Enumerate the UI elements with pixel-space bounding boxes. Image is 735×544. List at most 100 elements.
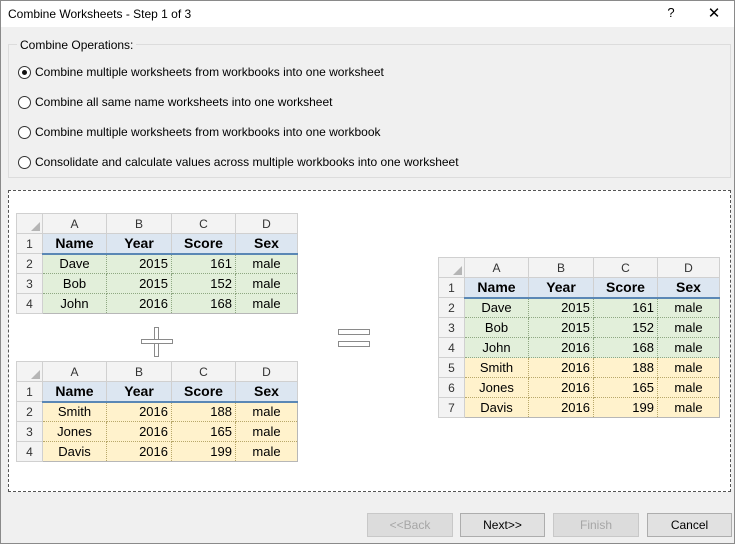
row-header: 1 xyxy=(438,277,465,298)
table-row: 7 Davis 2016 199 male xyxy=(438,397,720,418)
cell: 152 xyxy=(593,317,658,338)
table-row: 2 Smith 2016 188 male xyxy=(16,401,298,422)
radio-button[interactable] xyxy=(18,125,31,139)
cell: 2015 xyxy=(528,297,594,318)
cell: male xyxy=(235,441,298,462)
cell: Smith xyxy=(464,357,529,378)
row-header: 4 xyxy=(438,337,465,358)
cell: 152 xyxy=(171,273,236,294)
cell: Dave xyxy=(464,297,529,318)
cell: 168 xyxy=(171,293,236,314)
cell: John xyxy=(42,293,107,314)
back-button[interactable]: <<Back xyxy=(367,513,453,537)
cell: 165 xyxy=(593,377,658,398)
cell: John xyxy=(464,337,529,358)
cell: 165 xyxy=(171,421,236,442)
cell: male xyxy=(657,297,720,318)
table-row: 2 Dave 2015 161 male xyxy=(438,297,720,318)
radio-button[interactable] xyxy=(18,95,31,109)
cell: 168 xyxy=(593,337,658,358)
option-combine-into-one-workbook[interactable]: Combine multiple worksheets from workboo… xyxy=(18,124,381,140)
group-label: Combine Operations: xyxy=(17,38,137,52)
header-cell: Year xyxy=(106,381,172,403)
row-header: 2 xyxy=(16,401,43,422)
source-sheet-1: A B C D 1 Name Year Score Sex 2 Dave 201… xyxy=(16,213,298,314)
header-cell: Name xyxy=(42,233,107,255)
cell: 2016 xyxy=(106,293,172,314)
table-row: 4 John 2016 168 male xyxy=(438,337,720,358)
table-row: 3 Bob 2015 152 male xyxy=(438,317,720,338)
cell: male xyxy=(657,377,720,398)
cell: Dave xyxy=(42,253,107,274)
option-combine-same-name-worksheets[interactable]: Combine all same name worksheets into on… xyxy=(18,94,332,110)
column-header: A xyxy=(42,213,107,234)
cell: male xyxy=(657,317,720,338)
plus-icon xyxy=(141,327,173,357)
row-header: 4 xyxy=(16,441,43,462)
column-header: C xyxy=(171,213,236,234)
row-header: 6 xyxy=(438,377,465,398)
table-row: 5 Smith 2016 188 male xyxy=(438,357,720,378)
cell: 188 xyxy=(593,357,658,378)
header-cell: Score xyxy=(593,277,658,299)
next-button[interactable]: Next>> xyxy=(460,513,545,537)
row-header: 3 xyxy=(16,421,43,442)
cell: 2016 xyxy=(528,377,594,398)
help-icon[interactable]: ? xyxy=(661,5,681,23)
cell: 2015 xyxy=(528,317,594,338)
option-consolidate-and-calculate[interactable]: Consolidate and calculate values across … xyxy=(18,154,459,170)
combine-worksheets-dialog: Combine Worksheets - Step 1 of 3 ? ✕ Com… xyxy=(0,0,735,544)
column-header: B xyxy=(528,257,594,278)
cell: 2015 xyxy=(106,253,172,274)
header-cell: Year xyxy=(528,277,594,299)
row-header: 1 xyxy=(16,233,43,254)
cell: male xyxy=(235,273,298,294)
cell: Bob xyxy=(42,273,107,294)
column-header: C xyxy=(171,361,236,382)
radio-button-selected[interactable] xyxy=(18,65,31,79)
cell: male xyxy=(235,401,298,422)
cell: 199 xyxy=(171,441,236,462)
row-header: 2 xyxy=(438,297,465,318)
cell: Jones xyxy=(42,421,107,442)
row-header: 5 xyxy=(438,357,465,378)
cancel-button[interactable]: Cancel xyxy=(647,513,732,537)
cell: male xyxy=(235,421,298,442)
radio-button[interactable] xyxy=(18,155,31,169)
column-header: D xyxy=(235,213,298,234)
header-cell: Name xyxy=(42,381,107,403)
row-header: 7 xyxy=(438,397,465,418)
table-row: 4 John 2016 168 male xyxy=(16,293,298,314)
select-all-corner xyxy=(16,361,43,382)
row-header: 3 xyxy=(438,317,465,338)
cell: Jones xyxy=(464,377,529,398)
finish-button[interactable]: Finish xyxy=(553,513,639,537)
close-icon[interactable]: ✕ xyxy=(703,4,725,24)
row-header: 3 xyxy=(16,273,43,294)
cell: 2016 xyxy=(528,337,594,358)
cell: Smith xyxy=(42,401,107,422)
cell: Davis xyxy=(42,441,107,462)
cell: male xyxy=(235,293,298,314)
select-all-corner xyxy=(438,257,465,278)
cell: male xyxy=(657,357,720,378)
equals-icon xyxy=(338,329,370,349)
source-sheet-2: A B C D 1 Name Year Score Sex 2 Smith 20… xyxy=(16,361,298,462)
cell: 2016 xyxy=(106,401,172,422)
cell: 199 xyxy=(593,397,658,418)
combine-operations-group: Combine Operations: Combine multiple wor… xyxy=(8,38,731,178)
row-header: 4 xyxy=(16,293,43,314)
option-combine-into-one-worksheet[interactable]: Combine multiple worksheets from workboo… xyxy=(18,64,384,80)
select-all-corner xyxy=(16,213,43,234)
title-bar: Combine Worksheets - Step 1 of 3 ? ✕ xyxy=(1,1,734,27)
cell: Bob xyxy=(464,317,529,338)
header-cell: Year xyxy=(106,233,172,255)
option-label: Combine multiple worksheets from workboo… xyxy=(35,65,384,79)
column-header: B xyxy=(106,361,172,382)
cell: 2015 xyxy=(106,273,172,294)
row-header: 2 xyxy=(16,253,43,274)
header-cell: Sex xyxy=(657,277,720,299)
result-sheet: A B C D 1 Name Year Score Sex 2 Dave 201… xyxy=(438,257,720,418)
option-label: Consolidate and calculate values across … xyxy=(35,155,459,169)
table-row: 4 Davis 2016 199 male xyxy=(16,441,298,462)
